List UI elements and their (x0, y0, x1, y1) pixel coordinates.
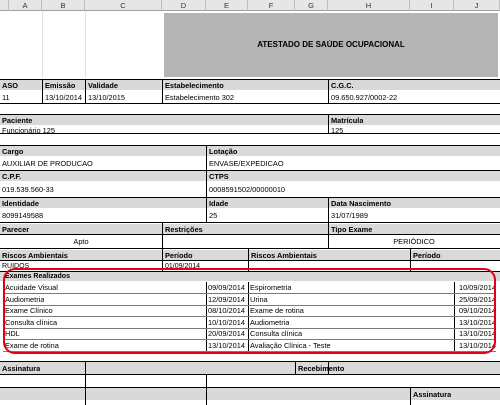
label-assinatura: Assinatura (2, 364, 41, 373)
value-matricula[interactable]: 125 (331, 126, 343, 135)
column-header-h[interactable]: H (328, 0, 410, 11)
label-cpf: C.P.F. (2, 172, 22, 181)
label-recebimento: Recebimento (298, 364, 345, 373)
label-band-identidade (0, 198, 500, 208)
label-lotacao: Lotação (209, 147, 238, 156)
column-header-c[interactable]: C (85, 0, 162, 11)
label-emissao: Emissão (45, 81, 76, 90)
label-ctps: CTPS (209, 172, 229, 181)
label-cgc: C.G.C. (331, 81, 354, 90)
label-paciente: Paciente (2, 116, 33, 125)
value-nascimento[interactable]: 31/07/1989 (331, 211, 368, 220)
label-periodo-2: Período (413, 251, 441, 260)
value-cpf[interactable]: 019.539.560-33 (2, 185, 54, 194)
label-band-cpf (0, 171, 500, 181)
label-parecer: Parecer (2, 225, 30, 234)
value-identidade[interactable]: 8099149588 (2, 211, 43, 220)
label-restricoes: Restrições (165, 225, 203, 234)
value-lotacao[interactable]: ENVASE/EXPEDICAO (209, 159, 284, 168)
label-riscos-ambientais-2: Riscos Ambientais (251, 251, 317, 260)
label-estabelecimento: Estabelecimento (165, 81, 224, 90)
column-header-b[interactable]: B (42, 0, 85, 11)
label-nascimento: Data Nascimento (331, 199, 391, 208)
label-aso: ASO (2, 81, 19, 90)
value-cgc[interactable]: 09.650.927/0002-22 (331, 93, 397, 102)
column-header-e[interactable]: E (206, 0, 248, 11)
label-riscos-ambientais: Riscos Ambientais (2, 251, 68, 260)
spreadsheet-sheet: A B C D E F G H I J ATESTADO DE SAÚDE OC… (0, 0, 500, 405)
value-idade[interactable]: 25 (209, 211, 217, 220)
label-idade: Idade (209, 199, 229, 208)
value-tipo-exame[interactable]: PERIÓDICO (328, 237, 500, 246)
document-title: ATESTADO DE SAÚDE OCUPACIONAL (257, 40, 405, 49)
label-band-cargo (0, 146, 500, 156)
column-header-f[interactable]: F (248, 0, 295, 11)
value-cargo[interactable]: AUXILIAR DE PRODUCAO (2, 159, 93, 168)
value-aso[interactable]: 11 (2, 93, 10, 102)
value-paciente[interactable]: Funcionário 125 (2, 126, 55, 135)
value-emissao[interactable]: 13/10/2014 (45, 93, 82, 102)
highlight-oval (3, 268, 496, 354)
column-header-a[interactable]: A (9, 0, 42, 11)
label-tipo-exame: Tipo Exame (331, 225, 373, 234)
label-assinatura-2: Assinatura (413, 390, 452, 399)
column-header-g[interactable]: G (295, 0, 328, 11)
value-validade[interactable]: 13/10/2015 (88, 93, 125, 102)
label-band-assinatura (0, 362, 500, 374)
label-validade: Validade (88, 81, 118, 90)
select-all-corner[interactable] (0, 0, 9, 11)
label-identidade: Identidade (2, 199, 39, 208)
label-periodo: Período (165, 251, 193, 260)
label-band-paciente (0, 115, 500, 125)
label-band-parecer (0, 224, 500, 234)
value-ctps[interactable]: 0008591502/00000010 (209, 185, 285, 194)
column-header-i[interactable]: I (410, 0, 454, 11)
value-parecer[interactable]: Apto (0, 237, 162, 246)
value-estabelecimento[interactable]: Estabelecimento 302 (165, 93, 234, 102)
column-header-j[interactable]: J (454, 0, 500, 11)
label-matricula: Matrícula (331, 116, 364, 125)
label-cargo: Cargo (2, 147, 24, 156)
column-header-d[interactable]: D (162, 0, 206, 11)
